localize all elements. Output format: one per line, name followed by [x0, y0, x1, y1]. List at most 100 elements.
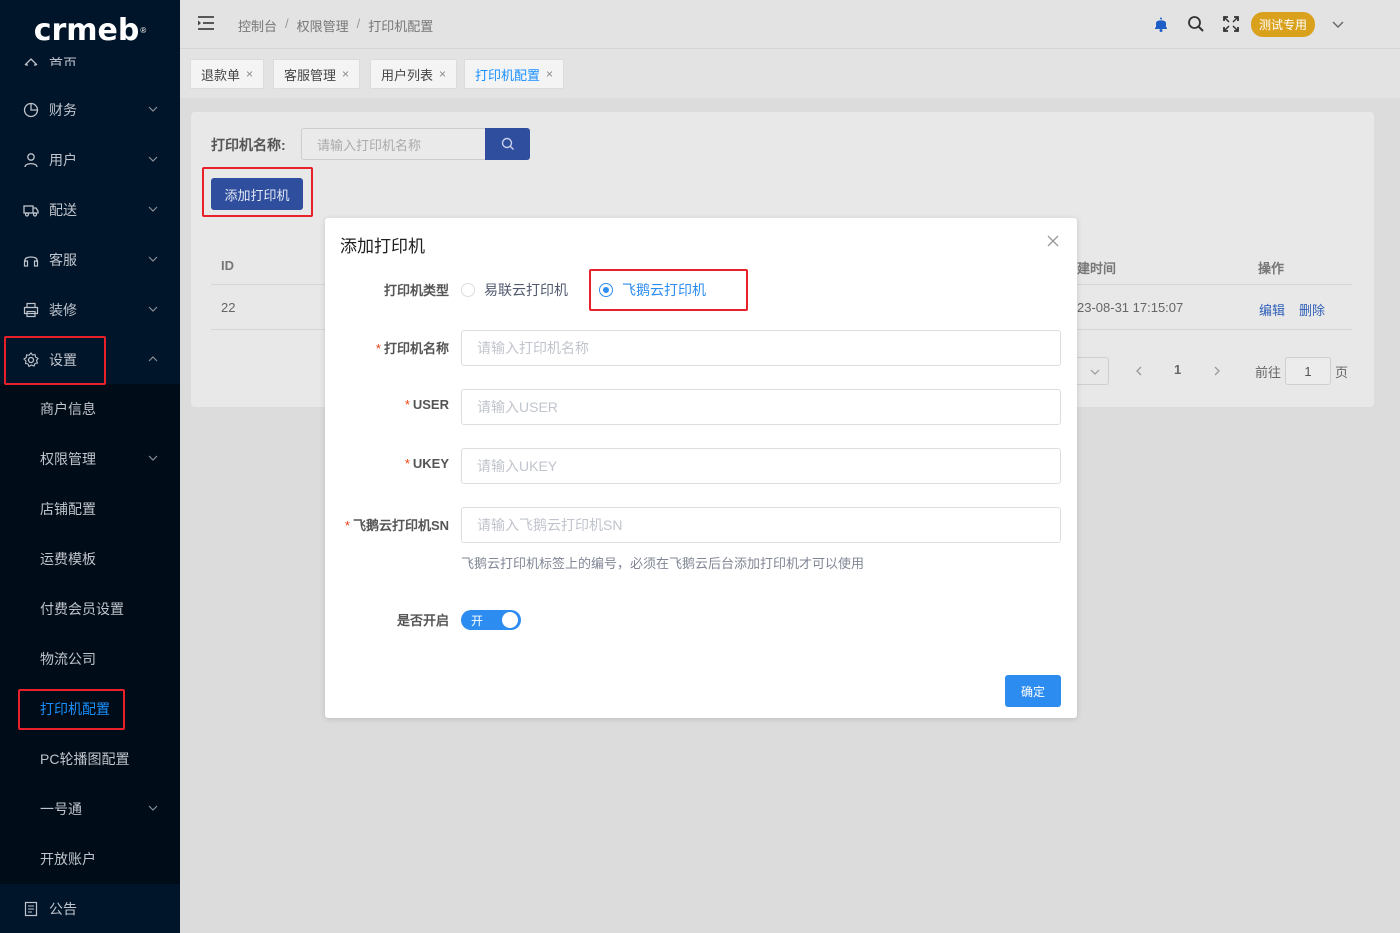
close-icon[interactable] [1047, 235, 1059, 247]
sidebar-item-label: 财务 [49, 102, 77, 118]
top-header: 控制台 / 权限管理 / 打印机配置 测试专用 [180, 0, 1400, 48]
printer-icon [22, 301, 40, 319]
field-label-text: 飞鹅云打印机SN [352, 518, 449, 533]
sidebar-item-notice[interactable]: 公告 [0, 884, 180, 933]
submenu-item-logistics[interactable]: 物流公司 [0, 634, 180, 684]
close-icon[interactable]: × [546, 67, 553, 81]
pie-chart-icon [22, 101, 40, 119]
submenu-item-paid-member[interactable]: 付费会员设置 [0, 584, 180, 634]
switch-state-text: 开 [471, 613, 484, 628]
submenu-item-pc-carousel[interactable]: PC轮播图配置 [0, 734, 180, 784]
close-icon[interactable]: × [246, 67, 253, 81]
edit-link[interactable]: 编辑 [1259, 300, 1285, 319]
chevron-down-icon[interactable] [1331, 17, 1345, 31]
printer-name-input[interactable]: 请输入打印机名称 [461, 330, 1061, 366]
sidebar-item-delivery[interactable]: 配送 [0, 185, 180, 235]
submenu-label: 付费会员设置 [40, 601, 124, 617]
submenu-item-shipping-template[interactable]: 运费模板 [0, 534, 180, 584]
sidebar-item-service[interactable]: 客服 [0, 235, 180, 285]
user-avatar-badge[interactable]: 测试专用 [1251, 12, 1315, 37]
breadcrumb-item: 打印机配置 [368, 19, 434, 34]
chevron-right-icon[interactable] [1212, 366, 1222, 376]
sidebar-item-label: 装修 [49, 302, 77, 318]
page-size-select[interactable] [1076, 357, 1109, 385]
search-icon[interactable] [1187, 15, 1205, 33]
cell-created: 23-08-31 17:15:07 [1077, 300, 1184, 315]
breadcrumb-item[interactable]: 控制台 [238, 16, 277, 35]
sidebar-item-label: 客服 [49, 252, 77, 268]
field-label-text: 打印机名称 [383, 341, 449, 356]
submenu-item-yihaotong[interactable]: 一号通 [0, 784, 180, 834]
tab-refund[interactable]: 退款单 × [190, 59, 265, 89]
sidebar-item-settings[interactable]: 设置 [0, 335, 180, 385]
tab-label: 退款单 [201, 67, 241, 83]
pager-goto-input[interactable]: 1 [1285, 357, 1331, 385]
breadcrumb-item[interactable]: 权限管理 [297, 16, 349, 35]
settings-submenu: 商户信息 权限管理 店铺配置 运费模板 付费会员设置 物流公司 打印机配置 PC… [0, 384, 180, 884]
ukey-input[interactable]: 请输入UKEY [461, 448, 1061, 484]
sidebar-item-home[interactable]: 首页 [0, 40, 180, 66]
close-icon[interactable]: × [439, 67, 446, 81]
truck-icon [22, 201, 40, 219]
field-label-text: 是否开启 [396, 613, 449, 628]
pager-current-page[interactable]: 1 [1174, 362, 1181, 377]
chevron-left-icon[interactable] [1134, 366, 1144, 376]
cell-id: 22 [221, 300, 236, 315]
printer-type-label: 打印机类型 [384, 280, 449, 299]
search-icon [501, 137, 514, 150]
document-icon [22, 900, 40, 918]
user-input[interactable]: 请输入USER [461, 389, 1061, 425]
search-button[interactable] [485, 128, 530, 160]
search-input[interactable]: 请输入打印机名称 [301, 128, 485, 160]
submenu-label: 店铺配置 [40, 501, 96, 517]
submenu-item-store-config[interactable]: 店铺配置 [0, 484, 180, 534]
add-printer-label: 添加打印机 [224, 187, 290, 203]
confirm-button[interactable]: 确定 [1005, 675, 1061, 707]
submenu-item-open-account[interactable]: 开放账户 [0, 834, 180, 884]
field-label-text: UKEY [412, 456, 449, 471]
submenu-label: 物流公司 [40, 651, 96, 667]
chevron-down-icon [148, 206, 158, 212]
tab-service-management[interactable]: 客服管理 × [273, 59, 361, 89]
dialog-title: 添加打印机 [340, 237, 425, 256]
radio-feieyun[interactable]: 飞鹅云打印机 [599, 280, 706, 300]
chevron-down-icon [148, 306, 158, 312]
user-icon [22, 151, 40, 169]
sidebar-item-decoration[interactable]: 装修 [0, 285, 180, 335]
chevron-up-icon [148, 356, 158, 362]
add-printer-button[interactable]: 添加打印机 [211, 178, 303, 210]
breadcrumb-separator: / [285, 16, 289, 31]
headset-icon [22, 251, 40, 269]
submenu-label: 开放账户 [40, 851, 96, 867]
tab-printer-config[interactable]: 打印机配置 × [464, 59, 565, 89]
sidebar-item-finance[interactable]: 财务 [0, 85, 180, 135]
sn-input[interactable]: 请输入飞鹅云打印机SN [461, 507, 1061, 543]
search-label: 打印机名称: [211, 137, 286, 153]
menu-fold-icon[interactable] [197, 15, 215, 31]
bell-icon[interactable] [1152, 15, 1170, 33]
required-mark: * [344, 518, 350, 533]
submenu-item-permissions[interactable]: 权限管理 [0, 434, 180, 484]
sidebar-item-users[interactable]: 用户 [0, 135, 180, 185]
printer-type-label-text: 打印机类型 [383, 283, 449, 298]
pager-goto-label: 前往 [1255, 365, 1282, 380]
delete-link[interactable]: 删除 [1299, 300, 1325, 319]
input-placeholder: 请输入USER [477, 399, 558, 415]
column-header-id: ID [221, 258, 234, 273]
switch-knob [502, 612, 518, 628]
radio-yilianyun[interactable]: 易联云打印机 [461, 280, 568, 300]
required-mark: * [375, 341, 381, 356]
fullscreen-icon[interactable] [1222, 15, 1240, 33]
radio-label: 易联云打印机 [484, 282, 568, 298]
tab-user-list[interactable]: 用户列表 × [370, 59, 458, 89]
submenu-item-merchant-info[interactable]: 商户信息 [0, 384, 180, 434]
field-label-text: USER [412, 397, 449, 412]
enable-switch[interactable]: 开 [461, 610, 521, 630]
chevron-down-icon [148, 106, 158, 112]
close-icon[interactable]: × [342, 67, 349, 81]
submenu-item-printer-config[interactable]: 打印机配置 [0, 684, 180, 734]
column-header-actions: 操作 [1258, 261, 1285, 276]
submenu-label: 一号通 [40, 801, 82, 817]
sidebar-item-label: 公告 [49, 901, 77, 917]
sidebar: crmeb ® 首页 财务 用户 配送 客服 装修 设置 商户信息 权限管理 店… [0, 0, 180, 933]
